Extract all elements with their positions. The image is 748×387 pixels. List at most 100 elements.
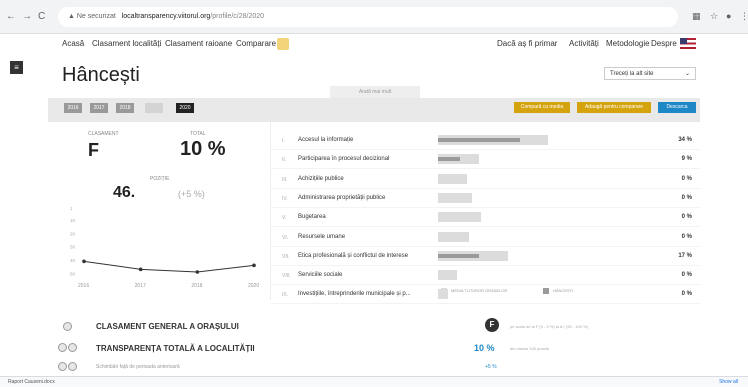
criteria-average-bar [438,192,472,203]
criteria-row[interactable]: I. Accesul la informație 34 % [270,131,700,150]
criteria-row[interactable]: III. Achizițiile publice 0 % [270,170,700,189]
chevron-down-icon: ⌄ [684,71,690,77]
position-history-chart: 1 10 20 30 40 50 2016 2017 2018 2020 [70,206,259,289]
rank-label: CLASAMENT [88,131,119,137]
star-icon[interactable]: ☆ [710,11,718,22]
compare-average-button[interactable]: Compară cu media [514,102,570,113]
nav-if-mayor[interactable]: Dacă aș fi primar [497,39,557,48]
x-tick-label: 2018 [191,283,202,289]
add-compare-button[interactable]: Adaugă pentru comparare [577,102,651,113]
criteria-percent: 0 % [681,272,692,279]
criteria-number: III. [282,176,288,183]
info-circle-icon[interactable] [58,362,67,371]
criteria-name[interactable]: Investițiile, întreprinderile municipale… [298,291,411,297]
position-point[interactable] [82,259,86,264]
site-switch-select[interactable]: Treceți la alt site ⌄ [604,67,696,80]
criteria-percent: 17 % [678,252,692,259]
year-tab-2017[interactable]: 2017 [90,103,108,113]
y-tick-label: 20 [70,231,76,236]
criteria-name[interactable]: Achizițiile publice [298,176,344,182]
nav-activities[interactable]: Activități [569,39,599,48]
total-value: 10 % [180,138,226,160]
criteria-name[interactable]: Etica profesională și conflictul de inte… [298,253,408,259]
position-delta: (+5 %) [178,189,205,199]
criteria-number: VII. [282,253,290,260]
position-label: POZIȚIE [150,176,170,182]
hamburger-menu-icon[interactable]: ≡ [10,61,23,74]
criteria-average-bar [438,212,482,223]
forward-icon[interactable]: → [22,11,32,22]
download-bar: Raport Causeni.docx Show all [0,376,748,387]
profile-icon[interactable]: ● [726,11,731,21]
position-point[interactable] [195,270,200,274]
criteria-name[interactable]: Administrarea proprietății publice [298,195,385,201]
legend-average: MEDIA TUTUROR ORAȘELOR [441,288,507,294]
download-button[interactable]: Descarca [658,102,696,113]
criteria-number: IV. [282,195,288,202]
language-flag-icon[interactable] [680,38,696,49]
y-tick-label: 50 [70,271,76,276]
browser-toolbar: ← → C ▲ Ne securizat localtransparency.v… [0,0,748,34]
x-tick-label: 2017 [135,283,146,289]
general-ranking-title: CLASAMENT GENERAL A ORAȘULUI [96,322,239,331]
criteria-row[interactable]: II. Participarea în procesul decizional 9 … [270,150,700,170]
criteria-name[interactable]: Bugetarea [298,214,326,220]
info-circle-icon[interactable] [68,362,77,371]
extension-icon[interactable]: ▦ [692,11,701,22]
address-bar[interactable]: ▲ Ne securizat localtransparency.viitoru… [58,7,678,27]
year-tab-2018[interactable]: 2018 [116,103,134,113]
nav-methodology[interactable]: Metodologie [606,39,650,48]
criteria-bar-track [438,212,678,223]
criteria-name[interactable]: Participarea în procesul decizional [298,156,389,162]
security-indicator[interactable]: ▲ Ne securizat [68,13,116,20]
criteria-row[interactable]: VII. Etica profesională și conflictul de … [270,247,700,266]
menu-dots-icon[interactable]: ⋮ [740,11,748,22]
show-more-button[interactable]: Arată mai mult [330,86,420,98]
download-file-item[interactable]: Raport Causeni.docx [8,379,55,385]
info-circle-icon[interactable] [68,343,77,352]
page-title: Hâncești [62,64,140,86]
year-tab-2016[interactable]: 2016 [64,103,82,113]
year-tab-2019[interactable]: 2019 [145,103,163,113]
position-point[interactable] [138,267,143,272]
criteria-bar-track [438,192,678,203]
nav-home[interactable]: Acasă [62,39,84,48]
criteria-number: II. [282,157,287,164]
total-transparency-note: din maxim 100 puncte [510,346,550,351]
criteria-row[interactable]: VI. Resursele umane 0 % [270,228,700,247]
nav-compare[interactable]: Comparare [236,39,276,48]
criteria-row[interactable]: VIII. Serviciile sociale 0 % [270,266,700,286]
back-icon[interactable]: ← [6,11,16,22]
year-tab-2020[interactable]: 2020 [176,103,194,113]
total-transparency-title: TRANSPARENȚA TOTALĂ A LOCALITĂȚII [96,344,255,353]
criteria-name[interactable]: Serviciile sociale [298,272,342,278]
criteria-name[interactable]: Accesul la informație [298,137,353,143]
general-ranking-row: CLASAMENT GENERAL A ORAȘULUI [48,318,700,338]
criteria-bar-track [438,270,678,281]
reload-icon[interactable]: C [38,11,45,22]
criteria-row[interactable]: IV. Administrarea proprietății publice 0 % [270,189,700,208]
total-label: TOTAL [190,131,206,137]
info-circle-icon[interactable] [58,343,67,352]
criteria-row[interactable]: V. Bugetarea 0 % [270,208,700,228]
nav-city-ranking[interactable]: Clasament localități [92,39,161,48]
criteria-name[interactable]: Resursele umane [298,234,345,240]
total-transparency-value: 10 % [474,343,495,353]
nav-about[interactable]: Despre [651,39,677,48]
criteria-percent: 0 % [681,291,692,298]
url-path: /profile/c/28/2020 [210,13,265,20]
position-series-line [83,260,255,273]
criteria-percent: 0 % [681,214,692,221]
compare-count-badge[interactable] [277,38,289,50]
info-circle-icon[interactable] [63,322,72,331]
show-all-downloads-button[interactable]: Show all [719,379,738,385]
criteria-number: I. [282,138,285,144]
criteria-number: VIII. [282,273,291,280]
nav-district-ranking[interactable]: Clasament raioane [165,39,232,48]
criteria-bar-track [438,173,678,184]
criteria-percent: 0 % [681,175,692,182]
criteria-percent: 0 % [681,233,692,240]
position-point[interactable] [252,263,256,268]
total-transparency-row: TRANSPARENȚA TOTALĂ A LOCALITĂȚII [48,339,700,359]
criteria-bar-track [438,135,678,145]
